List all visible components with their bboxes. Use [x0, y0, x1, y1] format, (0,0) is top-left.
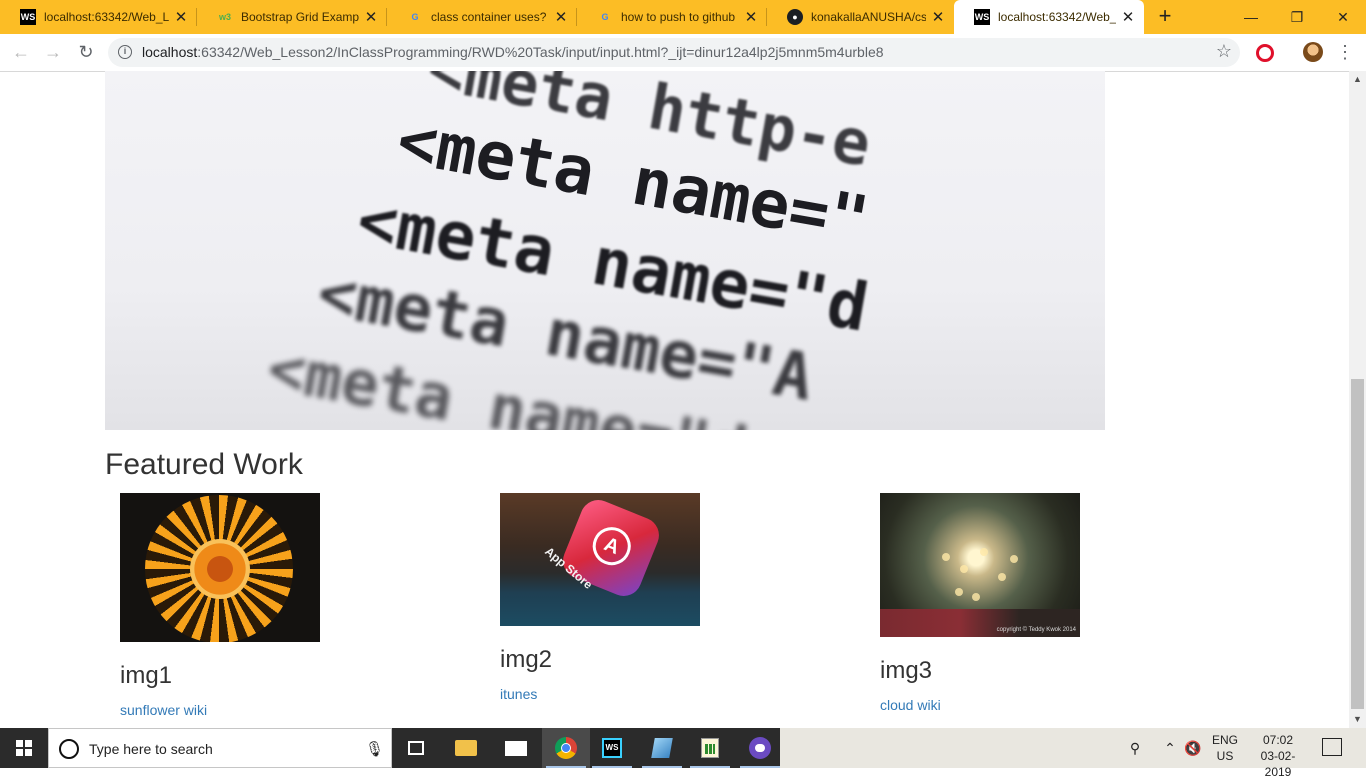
tab-title: localhost:63342/Web_L — [998, 10, 1116, 24]
url-text[interactable]: localhost:63342/Web_Lesson2/InClassProgr… — [142, 44, 884, 60]
mail-button[interactable] — [492, 728, 540, 768]
language-code: ENG — [1211, 733, 1238, 747]
volume-muted-icon[interactable]: 🔇 — [1182, 728, 1204, 768]
browser-menu-icon[interactable]: ⋮ — [1336, 40, 1354, 64]
clock[interactable]: 07:02 03-02-2019 — [1248, 732, 1308, 780]
windows-taskbar: Type here to search 🎙 WS ⚲ ⌃ 🔇 ENG US 07… — [0, 728, 1366, 779]
start-button[interactable] — [0, 728, 48, 768]
google-icon: G — [411, 12, 419, 22]
close-tab-icon[interactable]: ✕ — [173, 8, 189, 26]
page-scrollbar[interactable]: ▲ ▼ — [1349, 71, 1366, 728]
card-link-itunes[interactable]: itunes — [500, 686, 700, 702]
url-host: localhost — [142, 44, 198, 60]
webstorm-icon: WS — [974, 9, 990, 25]
maximize-button[interactable]: ❐ — [1274, 0, 1320, 34]
app-store-image: A App Store — [500, 493, 700, 626]
tab-title: konakallaANUSHA/csee — [811, 10, 926, 24]
notification-center-icon[interactable] — [1322, 738, 1342, 756]
github-desktop-icon — [749, 737, 771, 759]
new-tab-button[interactable]: + — [1154, 5, 1176, 27]
profile-avatar[interactable] — [1303, 42, 1323, 62]
back-button[interactable]: ← — [9, 40, 33, 64]
forward-button[interactable]: → — [41, 40, 65, 64]
close-tab-icon[interactable]: ✕ — [743, 8, 759, 26]
scroll-down-arrow-icon[interactable]: ▼ — [1349, 711, 1366, 728]
tab-bootstrap-grid[interactable]: w3 Bootstrap Grid Example ✕ — [197, 0, 387, 34]
language-indicator[interactable]: ENG US — [1208, 732, 1242, 764]
featured-card-2: A App Store img2 itunes — [500, 493, 700, 702]
close-tab-icon[interactable]: ✕ — [1120, 8, 1136, 26]
tab-title: localhost:63342/Web_L — [44, 10, 169, 24]
close-window-button[interactable]: ✕ — [1320, 0, 1366, 34]
bookmark-star-icon[interactable]: ☆ — [1216, 41, 1232, 62]
webstorm-button[interactable]: WS — [588, 728, 636, 768]
file-explorer-icon — [455, 740, 477, 756]
tab-title: Bootstrap Grid Example — [241, 10, 359, 24]
webstorm-icon: WS — [20, 9, 36, 25]
webstorm-icon: WS — [602, 738, 622, 758]
tab-localhost-active[interactable]: WS localhost:63342/Web_L ✕ — [954, 0, 1144, 34]
featured-card-3: copyright © Teddy Kwok 2014 img3 cloud w… — [880, 493, 1080, 713]
spreadsheet-icon — [701, 738, 719, 758]
people-icon[interactable]: ⚲ — [1124, 728, 1146, 768]
clock-date: 03-02-2019 — [1260, 749, 1296, 779]
chrome-button[interactable] — [542, 728, 590, 768]
card-caption: img1 — [120, 662, 173, 689]
featured-card-1: img1 sunflower wiki — [120, 493, 320, 718]
spreadsheet-button[interactable] — [686, 728, 734, 768]
clock-time: 07:02 — [1262, 733, 1294, 747]
notepad-icon — [651, 738, 673, 758]
task-view-button[interactable] — [392, 728, 440, 768]
microphone-icon[interactable]: 🎙 — [365, 740, 384, 758]
task-view-icon — [408, 741, 424, 755]
show-hidden-icons-chevron-icon[interactable]: ⌃ — [1160, 728, 1180, 768]
windows-logo-icon — [16, 740, 32, 756]
hero-image: <meta http-e <meta name=" <meta name="d … — [105, 71, 1105, 430]
featured-work-heading: Featured Work — [105, 448, 303, 481]
card-caption: img3 — [880, 657, 933, 684]
tab-localhost-1[interactable]: WS localhost:63342/Web_L ✕ — [0, 0, 197, 34]
chrome-icon — [555, 737, 577, 759]
scroll-up-arrow-icon[interactable]: ▲ — [1349, 71, 1366, 88]
tab-strip: WS localhost:63342/Web_L ✕ w3 Bootstrap … — [0, 0, 1366, 34]
minimize-button[interactable]: — — [1228, 0, 1274, 34]
google-icon: G — [601, 12, 609, 22]
github-icon: ● — [787, 9, 803, 25]
taskbar-search-box[interactable]: Type here to search 🎙 — [48, 728, 392, 768]
cortana-icon — [59, 739, 79, 759]
notepad-button[interactable] — [638, 728, 686, 768]
card-link-sunflower-wiki[interactable]: sunflower wiki — [120, 702, 320, 718]
scrollbar-thumb[interactable] — [1351, 379, 1364, 709]
browser-toolbar: ← → ↻ i localhost:63342/Web_Lesson2/InCl… — [0, 34, 1366, 72]
reload-button[interactable]: ↻ — [74, 40, 98, 64]
file-explorer-button[interactable] — [442, 728, 490, 768]
region-code: US — [1216, 749, 1234, 763]
bokeh-lights-image: copyright © Teddy Kwok 2014 — [880, 493, 1080, 637]
image-credit: copyright © Teddy Kwok 2014 — [996, 627, 1076, 633]
github-desktop-button[interactable] — [736, 728, 784, 768]
tab-push-github[interactable]: G how to push to github ✕ — [577, 0, 767, 34]
sunflower-image — [120, 493, 320, 642]
card-caption: img2 — [500, 646, 553, 673]
info-icon[interactable]: i — [118, 45, 132, 59]
close-tab-icon[interactable]: ✕ — [930, 8, 946, 26]
address-bar[interactable]: i localhost:63342/Web_Lesson2/InClassPro… — [108, 38, 1240, 67]
w3schools-icon: w3 — [218, 12, 231, 22]
search-placeholder: Type here to search — [89, 741, 213, 757]
mail-icon — [505, 740, 527, 756]
tab-title: class container uses? - G — [431, 10, 549, 24]
tab-github-repo[interactable]: ● konakallaANUSHA/csee ✕ — [767, 0, 954, 34]
url-path: :63342/Web_Lesson2/InClassProgramming/RW… — [197, 44, 884, 60]
tab-class-container[interactable]: G class container uses? - G ✕ — [387, 0, 577, 34]
close-tab-icon[interactable]: ✕ — [363, 8, 379, 26]
close-tab-icon[interactable]: ✕ — [553, 8, 569, 26]
tab-title: how to push to github — [621, 10, 736, 24]
card-link-cloud-wiki[interactable]: cloud wiki — [880, 697, 1080, 713]
taskbar-apps: WS — [392, 728, 780, 768]
opera-extension-icon[interactable] — [1256, 44, 1274, 62]
